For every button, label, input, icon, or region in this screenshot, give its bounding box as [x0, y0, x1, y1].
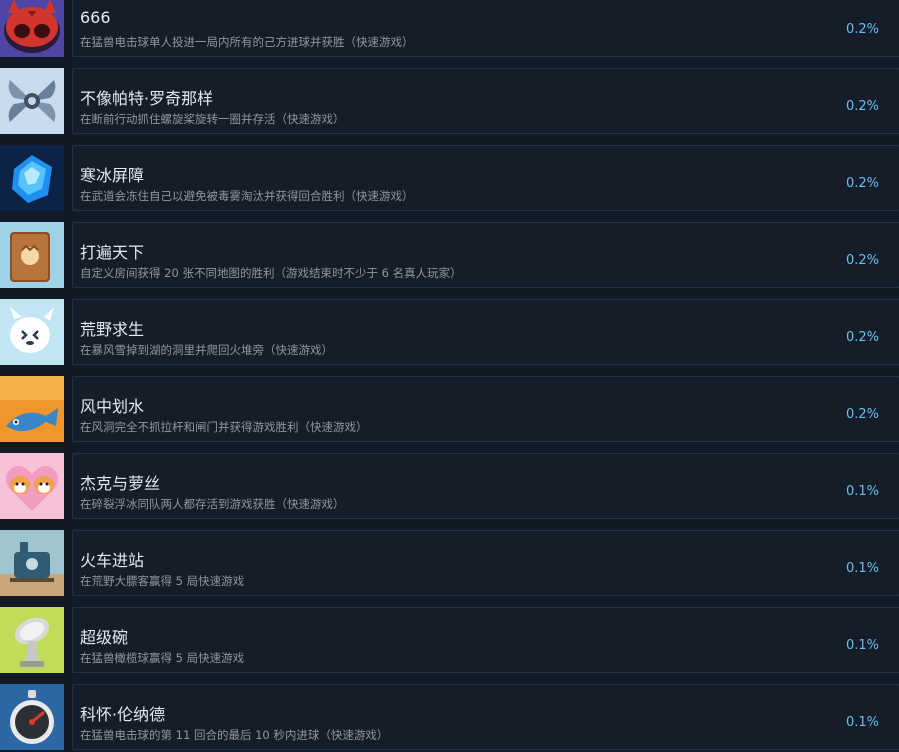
achievement-panel: 寒冰屏障 在武道会冻住自己以避免被毒雾淘汰并获得回合胜利（快速游戏） 0.2% — [72, 145, 899, 211]
achievement-panel: 火车进站 在荒野大膘客赢得 5 局快速游戏 0.1% — [72, 530, 899, 596]
unlock-percent: 0.1% — [845, 561, 879, 576]
achievement-panel: 打遍天下 自定义房间获得 20 张不同地图的胜利（游戏结束时不少于 6 名真人玩… — [72, 222, 899, 288]
achievement-row[interactable]: 杰克与萝丝 在碎裂浮冰同队两人都存活到游戏获胜（快速游戏） 0.1% — [0, 453, 899, 519]
achievement-description: 在暴风雪掉到湖的洞里并爬回火堆旁（快速游戏） — [80, 343, 333, 357]
fish-icon — [0, 376, 64, 442]
unlock-percent: 0.1% — [845, 638, 879, 653]
achievement-panel: 荒野求生 在暴风雪掉到湖的洞里并爬回火堆旁（快速游戏） 0.2% — [72, 299, 899, 365]
achievement-list: 666 在猛兽电击球单人投进一局内所有的己方进球并获胜（快速游戏） 0.2% 不… — [0, 0, 899, 752]
achievement-row[interactable]: 打遍天下 自定义房间获得 20 张不同地图的胜利（游戏结束时不少于 6 名真人玩… — [0, 222, 899, 288]
unlock-percent: 0.2% — [845, 330, 879, 345]
achievement-title: 不像帕特·罗奇那样 — [80, 89, 214, 108]
achievement-panel: 666 在猛兽电击球单人投进一局内所有的己方进球并获胜（快速游戏） 0.2% — [72, 0, 899, 57]
achievement-row[interactable]: 火车进站 在荒野大膘客赢得 5 局快速游戏 0.1% — [0, 530, 899, 596]
train-icon — [0, 530, 64, 596]
ice-crystal-icon — [0, 145, 64, 211]
achievement-panel: 超级碗 在猛兽橄榄球赢得 5 局快速游戏 0.1% — [72, 607, 899, 673]
achievement-row[interactable]: 荒野求生 在暴风雪掉到湖的洞里并爬回火堆旁（快速游戏） 0.2% — [0, 299, 899, 365]
unlock-percent: 0.1% — [845, 715, 879, 730]
achievement-row[interactable]: 风中划水 在风洞完全不抓拉杆和闸门并获得游戏胜利（快速游戏） 0.2% — [0, 376, 899, 442]
unlock-percent: 0.2% — [845, 176, 879, 191]
unlock-percent: 0.2% — [845, 22, 879, 37]
achievement-title: 666 — [80, 8, 111, 27]
snow-creature-icon — [0, 299, 64, 365]
unlock-percent: 0.2% — [845, 99, 879, 114]
achievement-panel: 杰克与萝丝 在碎裂浮冰同队两人都存活到游戏获胜（快速游戏） 0.1% — [72, 453, 899, 519]
achievement-title: 打遍天下 — [80, 243, 145, 262]
achievement-description: 在风洞完全不抓拉杆和闸门并获得游戏胜利（快速游戏） — [80, 420, 368, 434]
achievement-row[interactable]: 666 在猛兽电击球单人投进一局内所有的己方进球并获胜（快速游戏） 0.2% — [0, 0, 899, 57]
achievement-row[interactable]: 超级碗 在猛兽橄榄球赢得 5 局快速游戏 0.1% — [0, 607, 899, 673]
achievement-panel: 科怀·伦纳德 在猛兽电击球的第 11 回合的最后 10 秒内进球（快速游戏） 0… — [72, 684, 899, 750]
devil-cat-icon — [0, 0, 64, 57]
achievement-title: 寒冰屏障 — [80, 166, 145, 185]
passport-icon — [0, 222, 64, 288]
achievement-title: 风中划水 — [80, 397, 145, 416]
achievement-title: 火车进站 — [80, 551, 145, 570]
achievement-description: 在武道会冻住自己以避免被毒雾淘汰并获得回合胜利（快速游戏） — [80, 189, 414, 203]
achievement-description: 在猛兽电击球单人投进一局内所有的己方进球并获胜（快速游戏） — [80, 35, 414, 49]
achievement-title: 杰克与萝丝 — [80, 474, 161, 493]
achievement-description: 在荒野大膘客赢得 5 局快速游戏 — [80, 574, 245, 588]
achievement-description: 自定义房间获得 20 张不同地图的胜利（游戏结束时不少于 6 名真人玩家） — [80, 266, 462, 280]
achievement-description: 在猛兽橄榄球赢得 5 局快速游戏 — [80, 651, 245, 665]
achievement-title: 荒野求生 — [80, 320, 145, 339]
achievement-panel: 风中划水 在风洞完全不抓拉杆和闸门并获得游戏胜利（快速游戏） 0.2% — [72, 376, 899, 442]
achievement-description: 在断前行动抓住螺旋桨旋转一圈并存活（快速游戏） — [80, 112, 345, 126]
propeller-icon — [0, 68, 64, 134]
unlock-percent: 0.2% — [845, 407, 879, 422]
trophy-icon — [0, 607, 64, 673]
achievement-row[interactable]: 科怀·伦纳德 在猛兽电击球的第 11 回合的最后 10 秒内进球（快速游戏） 0… — [0, 684, 899, 750]
achievement-row[interactable]: 不像帕特·罗奇那样 在断前行动抓住螺旋桨旋转一圈并存活（快速游戏） 0.2% — [0, 68, 899, 134]
achievement-description: 在碎裂浮冰同队两人都存活到游戏获胜（快速游戏） — [80, 497, 345, 511]
stopwatch-icon — [0, 684, 64, 750]
achievement-description: 在猛兽电击球的第 11 回合的最后 10 秒内进球（快速游戏） — [80, 728, 389, 742]
achievement-title: 科怀·伦纳德 — [80, 705, 166, 724]
unlock-percent: 0.2% — [845, 253, 879, 268]
achievement-title: 超级碗 — [80, 628, 129, 647]
achievement-row[interactable]: 寒冰屏障 在武道会冻住自己以避免被毒雾淘汰并获得回合胜利（快速游戏） 0.2% — [0, 145, 899, 211]
heart-corgis-icon — [0, 453, 64, 519]
unlock-percent: 0.1% — [845, 484, 879, 499]
achievement-panel: 不像帕特·罗奇那样 在断前行动抓住螺旋桨旋转一圈并存活（快速游戏） 0.2% — [72, 68, 899, 134]
